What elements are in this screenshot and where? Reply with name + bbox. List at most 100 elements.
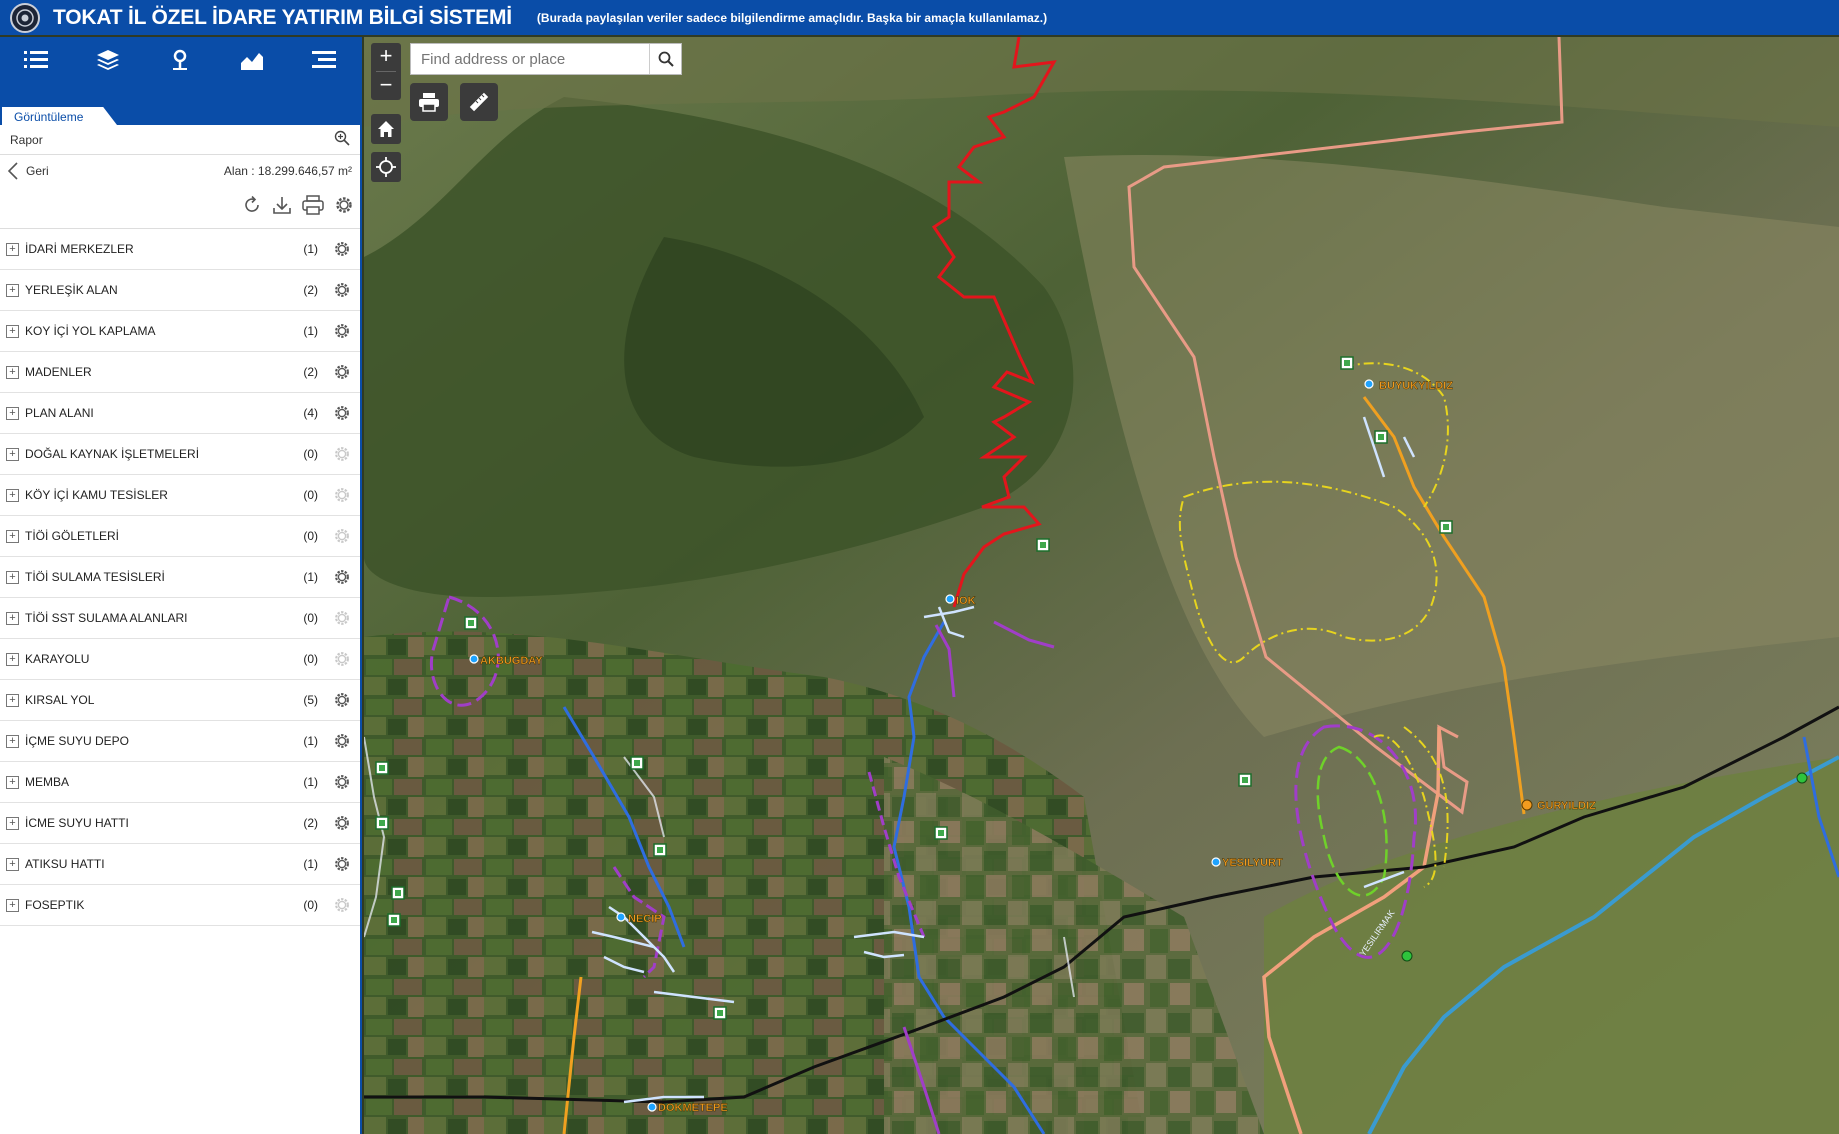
gear-icon[interactable] [330,650,354,668]
back-button[interactable]: Geri [8,162,49,180]
search-icon [658,51,674,67]
refresh-icon[interactable] [242,195,262,220]
ruler-icon [469,92,489,112]
layer-row[interactable]: + İÇME SUYU DEPO (1) [0,721,360,762]
layer-name: PLAN ALANI [25,406,94,420]
layer-count: (1) [303,242,318,256]
gear-icon[interactable] [330,486,354,504]
expand-icon[interactable]: + [6,406,19,420]
expand-icon[interactable]: + [6,242,19,256]
locate-button[interactable] [371,152,401,182]
gear-icon[interactable] [330,404,354,422]
layer-name: MADENLER [25,365,92,379]
layer-row[interactable]: + PLAN ALANI (4) [0,393,360,434]
layers-icon[interactable] [72,37,144,83]
gear-icon[interactable] [330,609,354,627]
gear-icon[interactable] [330,691,354,709]
home-icon [378,121,394,137]
logo [10,2,40,33]
gear-icon[interactable] [330,855,354,873]
layer-name: TİÖİ GÖLETLERİ [25,529,120,543]
layer-name: İCME SUYU HATTI [25,816,129,830]
layer-row[interactable]: + İCME SUYU HATTI (2) [0,803,360,844]
gear-icon[interactable] [330,773,354,791]
layer-row[interactable]: + TİÖİ GÖLETLERİ (0) [0,516,360,557]
expand-icon[interactable]: + [6,693,19,707]
zoom-out-button[interactable]: − [371,72,401,100]
gear-icon[interactable] [330,568,354,586]
layer-count: (1) [303,775,318,789]
layer-count: (0) [303,529,318,543]
gear-icon[interactable] [330,896,354,914]
expand-icon[interactable]: + [6,857,19,871]
layer-row[interactable]: + TİÖİ SST SULAMA ALANLARI (0) [0,598,360,639]
menu-icon[interactable] [288,37,360,83]
panel-tabs: Görüntüleme [0,103,360,125]
expand-icon[interactable]: + [6,816,19,830]
expand-icon[interactable]: + [6,324,19,338]
layer-row[interactable]: + KARAYOLU (0) [0,639,360,680]
layer-row[interactable]: + MEMBA (1) [0,762,360,803]
expand-icon[interactable]: + [6,365,19,379]
zoom-to-icon[interactable] [334,130,350,149]
layer-name: DOĞAL KAYNAK İŞLETMELERİ [25,447,200,461]
download-icon[interactable] [272,195,292,220]
layer-row[interactable]: + TİÖİ SULAMA TESİSLERİ (1) [0,557,360,598]
gear-icon[interactable] [330,281,354,299]
search-input[interactable] [411,44,649,74]
location-pin-icon[interactable] [144,37,216,83]
layer-row[interactable]: + İDARİ MERKEZLER (1) [0,229,360,270]
tab-goruntuleme[interactable]: Görüntüleme [2,107,117,125]
measure-button[interactable] [460,83,498,121]
gear-icon[interactable] [330,445,354,463]
expand-icon[interactable]: + [6,652,19,666]
list-icon[interactable] [0,37,72,83]
layer-count: (2) [303,816,318,830]
gear-icon[interactable] [330,322,354,340]
expand-icon[interactable]: + [6,898,19,912]
layer-name: KIRSAL YOL [25,693,95,707]
layer-row[interactable]: + KIRSAL YOL (5) [0,680,360,721]
toolbar-strip [0,83,360,103]
layer-count: (1) [303,324,318,338]
home-button[interactable] [371,114,401,144]
map-canvas[interactable]: BUYUKYILDIZ AKBUGDAY NECIP DOKMETEPE YES… [364,37,1839,1134]
layer-name: TİÖİ SULAMA TESİSLERİ [25,570,165,584]
gear-icon[interactable] [330,363,354,381]
gear-icon[interactable] [330,240,354,258]
gear-icon[interactable] [330,732,354,750]
map-view[interactable]: BUYUKYILDIZ AKBUGDAY NECIP DOKMETEPE YES… [364,37,1839,1134]
expand-icon[interactable]: + [6,488,19,502]
layer-row[interactable]: + DOĞAL KAYNAK İŞLETMELERİ (0) [0,434,360,475]
expand-icon[interactable]: + [6,775,19,789]
expand-icon[interactable]: + [6,283,19,297]
gear-icon[interactable] [330,814,354,832]
layer-row[interactable]: + KÖY İÇİ KAMU TESİSLER (0) [0,475,360,516]
zoom-in-button[interactable]: + [371,43,401,71]
print-icon[interactable] [302,195,324,220]
gear-icon[interactable] [330,527,354,545]
expand-icon[interactable]: + [6,570,19,584]
layer-row[interactable]: + YERLEŞİK ALAN (2) [0,270,360,311]
search-button[interactable] [649,44,681,74]
expand-icon[interactable]: + [6,447,19,461]
layer-count: (1) [303,857,318,871]
expand-icon[interactable]: + [6,734,19,748]
layer-row[interactable]: + ATIKSU HATTI (1) [0,844,360,885]
app-header: TOKAT İL ÖZEL İDARE YATIRIM BİLGİ SİSTEM… [0,0,1839,35]
layer-count: (0) [303,898,318,912]
expand-icon[interactable]: + [6,611,19,625]
layer-row[interactable]: + KOY İÇİ YOL KAPLAMA (1) [0,311,360,352]
layer-count: (0) [303,447,318,461]
expand-icon[interactable]: + [6,529,19,543]
print-map-button[interactable] [410,83,448,121]
layer-row[interactable]: + MADENLER (2) [0,352,360,393]
settings-icon[interactable] [334,195,354,220]
map-search [410,43,682,75]
layer-name: İDARİ MERKEZLER [25,242,134,256]
layer-count: (5) [303,693,318,707]
crosshair-icon [376,157,396,177]
chart-icon[interactable] [216,37,288,83]
layer-row[interactable]: + FOSEPTIK (0) [0,885,360,926]
layer-name: KARAYOLU [25,652,90,666]
